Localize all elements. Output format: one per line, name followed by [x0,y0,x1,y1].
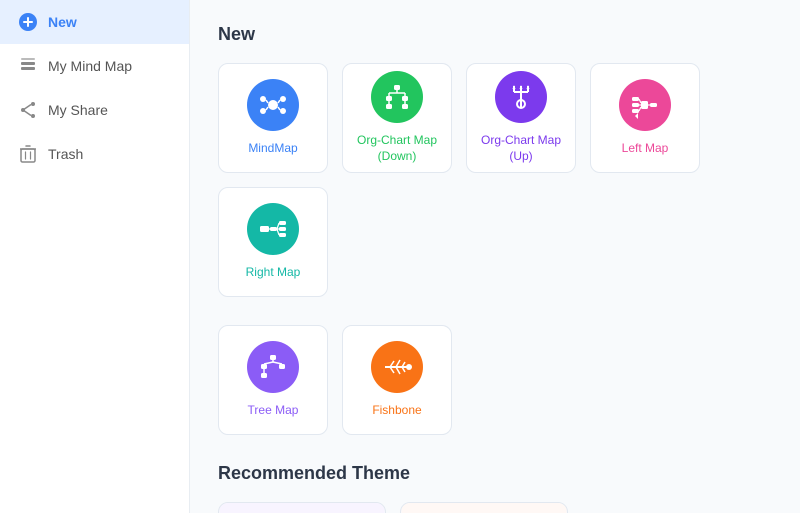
sidebar-my-mind-map-label: My Mind Map [48,58,132,74]
theme-grid [218,502,772,513]
sidebar-item-trash[interactable]: Trash [0,132,189,176]
right-map-icon-circle [247,203,299,255]
left-map-label: Left Map [618,141,673,157]
org-chart-down-label: Org-Chart Map(Down) [353,133,441,164]
map-card-fishbone[interactable]: Fishbone [342,325,452,435]
map-card-org-chart-down[interactable]: Org-Chart Map(Down) [342,63,452,173]
recommended-section-title: Recommended Theme [218,463,772,484]
sidebar-my-share-label: My Share [48,102,108,118]
left-map-icon-circle [619,79,671,131]
theme-card-1[interactable] [218,502,386,513]
sidebar-trash-label: Trash [48,146,83,162]
trash-icon [18,144,38,164]
map-card-left-map[interactable]: Left Map [590,63,700,173]
mindmap-label: MindMap [244,141,301,157]
tree-map-icon-circle [247,341,299,393]
fishbone-label: Fishbone [368,403,425,419]
org-chart-up-icon-circle [495,71,547,123]
map-card-right-map[interactable]: Right Map [218,187,328,297]
sidebar: New My Mind Map My Share [0,0,190,513]
sidebar-new-label: New [48,14,77,30]
right-map-label: Right Map [242,265,305,281]
map-card-mindmap[interactable]: MindMap [218,63,328,173]
map-card-tree-map[interactable]: Tree Map [218,325,328,435]
org-chart-up-label: Org-Chart Map (Up) [467,133,575,164]
map-type-grid-row1: MindMap Org-Chart Map(Dow [218,63,772,297]
sidebar-item-my-mind-map[interactable]: My Mind Map [0,44,189,88]
org-chart-down-icon-circle [371,71,423,123]
tree-map-label: Tree Map [244,403,303,419]
new-section-title: New [218,24,772,45]
sidebar-item-new[interactable]: New [0,0,189,44]
map-card-org-chart-up[interactable]: Org-Chart Map (Up) [466,63,576,173]
fishbone-icon-circle [371,341,423,393]
layers-icon [18,56,38,76]
mindmap-icon-circle [247,79,299,131]
main-content: New MindMap [190,0,800,513]
sidebar-item-my-share[interactable]: My Share [0,88,189,132]
plus-icon [18,12,38,32]
share-icon [18,100,38,120]
map-type-grid-row2: Tree Map Fishbone [218,325,772,435]
theme-card-2[interactable] [400,502,568,513]
